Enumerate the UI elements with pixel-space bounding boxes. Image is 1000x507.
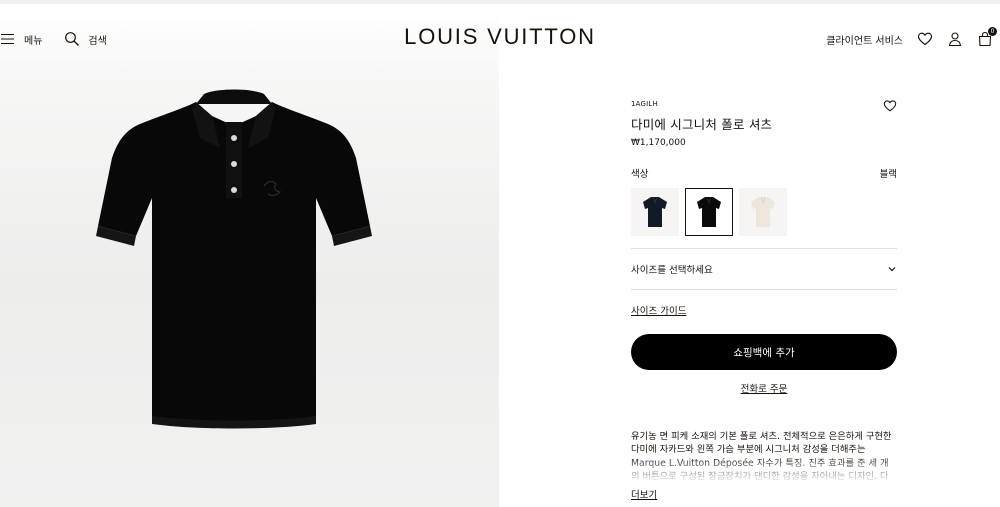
client-service-link[interactable]: 클라이언트 서비스 — [826, 32, 903, 47]
read-more-link[interactable]: 더보기 — [631, 487, 657, 501]
user-icon — [948, 32, 962, 47]
site-header: 메뉴 검색 LOUIS VUITTON 클라이언트 서비스 0 — [0, 4, 1000, 68]
product-title: 다미에 시그니처 폴로 셔츠 — [631, 117, 773, 132]
heart-icon — [917, 32, 933, 46]
color-swatches — [631, 188, 897, 236]
size-guide-link[interactable]: 사이즈 가이드 — [631, 303, 686, 317]
add-to-bag-button[interactable]: 쇼핑백에 추가 — [631, 334, 897, 370]
polo-shirt-image — [96, 89, 372, 429]
color-row: 색상 블랙 — [631, 166, 897, 180]
product-image-panel — [0, 4, 499, 507]
chevron-down-icon — [888, 267, 896, 272]
bag-count-badge: 0 — [988, 27, 997, 36]
navy-polo-thumbnail — [643, 196, 667, 227]
header-right-group: 클라이언트 서비스 0 — [826, 27, 997, 47]
swatch-black-selected[interactable] — [685, 188, 733, 236]
product-sku: 1AGILH — [631, 100, 658, 108]
wishlist-button[interactable] — [917, 31, 933, 47]
swatch-navy[interactable] — [631, 188, 679, 236]
color-label: 색상 — [631, 169, 649, 180]
black-polo-thumbnail — [697, 196, 721, 227]
swatch-cream[interactable] — [739, 188, 787, 236]
size-select-label: 사이즈를 선택하세요 — [631, 265, 713, 276]
product-price: ₩1,170,000 — [631, 138, 686, 148]
divider — [631, 289, 897, 290]
cream-polo-thumbnail — [751, 196, 775, 227]
product-info-panel: 1AGILH 다미에 시그니처 폴로 셔츠 ₩1,170,000 색상 블랙 사… — [631, 96, 897, 502]
phone-order-link[interactable]: 전화로 주문 — [631, 381, 897, 395]
account-button[interactable] — [947, 31, 963, 47]
size-select[interactable]: 사이즈를 선택하세요 — [631, 249, 897, 289]
product-wishlist-heart-icon[interactable] — [883, 99, 897, 113]
shopping-bag-button[interactable]: 0 — [977, 27, 997, 47]
color-value: 블랙 — [879, 169, 897, 180]
product-description: 유기농 면 피케 소재의 기본 폴로 셔츠. 전체적으로 은은하게 구현한 다미… — [631, 430, 897, 483]
